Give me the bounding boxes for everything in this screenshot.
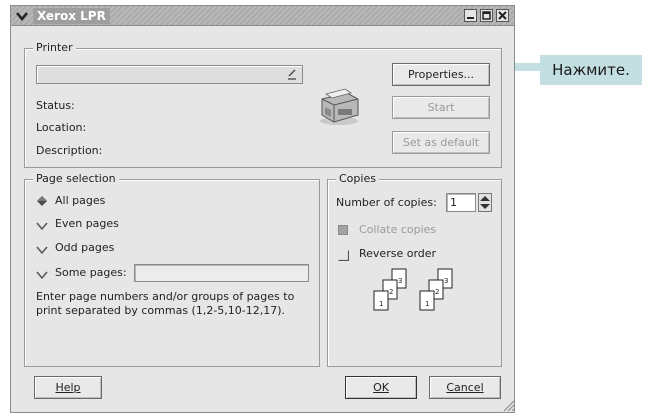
cancel-button[interactable]: Cancel (429, 376, 501, 399)
odd-pages-label[interactable]: Odd pages (55, 241, 114, 254)
start-button[interactable]: Start (392, 96, 490, 119)
title-bar[interactable]: Xerox LPR (11, 6, 514, 26)
collate-copies-label[interactable]: Collate copies (359, 223, 436, 236)
help-button[interactable]: Help (34, 376, 102, 399)
reverse-order-label[interactable]: Reverse order (359, 247, 436, 260)
collate-checkbox[interactable] (338, 225, 348, 235)
minimize-icon[interactable] (464, 9, 477, 22)
resize-grip-icon[interactable] (501, 398, 515, 412)
page-number-label: 3 (398, 277, 402, 285)
all-pages-label[interactable]: All pages (55, 194, 105, 207)
printer-select[interactable] (36, 65, 303, 84)
even-pages-label[interactable]: Even pages (55, 217, 119, 230)
page-selection-legend: Page selection (33, 172, 119, 186)
collate-pages-icon: 3 2 1 3 2 1 (373, 268, 453, 311)
radio-even-pages[interactable] (36, 220, 48, 232)
page-number-label: 1 (379, 300, 383, 308)
callout-note: Нажмите. (540, 55, 642, 85)
page-number-label: 2 (435, 288, 439, 296)
page-number-label: 1 (425, 300, 429, 308)
some-pages-input[interactable] (134, 264, 309, 282)
properties-button[interactable]: Properties... (392, 63, 490, 86)
description-label: Description: (36, 144, 103, 157)
maximize-icon[interactable] (480, 9, 493, 22)
page-range-hint: Enter page numbers and/or groups of page… (36, 290, 295, 317)
printer-group: Printer Status: Location: Description: P… (24, 41, 502, 168)
radio-some-pages[interactable] (36, 269, 48, 281)
page-number-label: 2 (389, 288, 393, 296)
status-label: Status: (36, 99, 75, 112)
copies-spinner-icon[interactable] (478, 193, 492, 212)
chevron-down-icon[interactable] (15, 9, 29, 23)
window-title: Xerox LPR (33, 8, 110, 24)
ok-button[interactable]: OK (345, 376, 417, 399)
number-of-copies-input[interactable]: 1 (446, 193, 476, 212)
copies-group: Copies Number of copies: 1 Collate copie… (327, 172, 502, 367)
some-pages-label[interactable]: Some pages: (55, 266, 127, 279)
close-icon[interactable] (496, 9, 509, 22)
number-of-copies-label: Number of copies: (336, 196, 437, 209)
copies-legend: Copies (336, 172, 379, 186)
radio-all-pages[interactable] (36, 195, 48, 207)
set-default-button[interactable]: Set as default (392, 131, 490, 154)
printer-icon (320, 88, 359, 125)
number-of-copies-value: 1 (450, 196, 457, 209)
radio-odd-pages[interactable] (36, 244, 48, 256)
reverse-order-checkbox[interactable] (338, 250, 349, 261)
page-number-label: 3 (444, 277, 448, 285)
print-dialog-window: Xerox LPR Printer Status: Location: Desc… (10, 5, 515, 413)
page-selection-group: Page selection All pages Even pages Odd … (24, 172, 320, 367)
printer-legend: Printer (33, 41, 76, 55)
dropdown-arrow-icon (288, 69, 296, 80)
location-label: Location: (36, 121, 87, 134)
